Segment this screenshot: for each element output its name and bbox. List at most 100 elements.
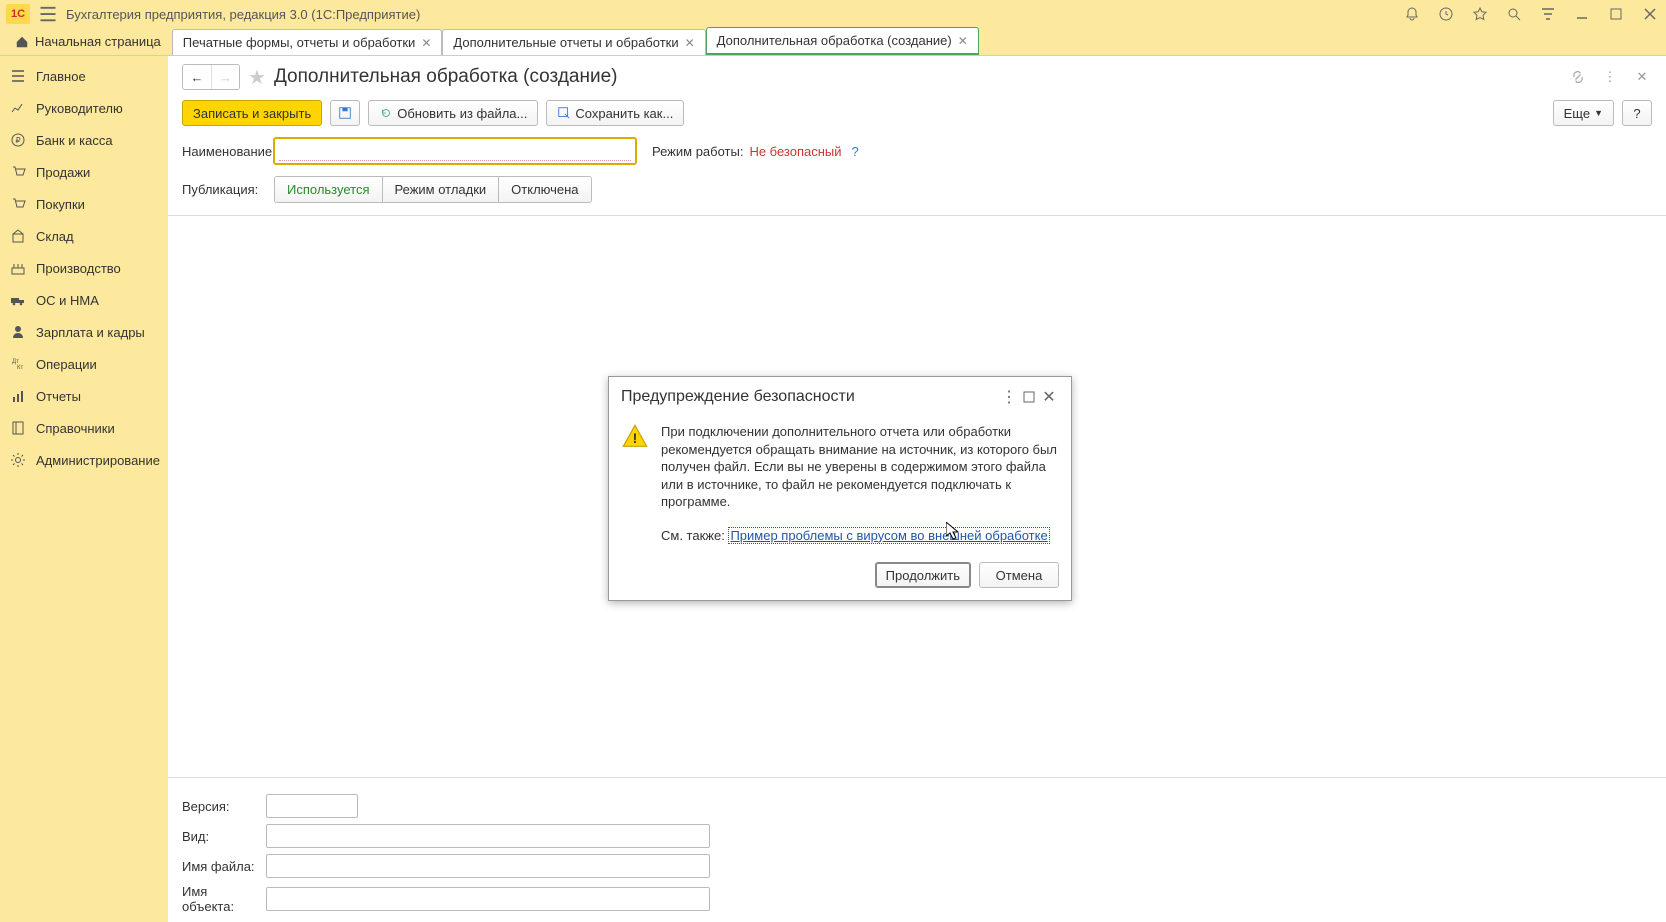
tab-close-icon[interactable]: ✕: [421, 36, 431, 50]
filter-icon[interactable]: [1538, 4, 1558, 24]
sidebar-item-label: Отчеты: [36, 389, 81, 404]
star-icon[interactable]: [1470, 4, 1490, 24]
cancel-button[interactable]: Отмена: [979, 562, 1059, 588]
bottom-form: Версия: Вид: Имя файла: Имя объекта:: [182, 778, 1652, 914]
save-as-button[interactable]: Сохранить как...: [546, 100, 684, 126]
bank-icon: ₽: [10, 132, 26, 148]
titlebar-controls: [1402, 4, 1660, 24]
more-button[interactable]: Еще ▼: [1553, 100, 1614, 126]
file-input[interactable]: [266, 854, 710, 878]
pub-option-disabled[interactable]: Отключена: [498, 177, 590, 202]
nav-back[interactable]: ←: [183, 65, 211, 89]
sidebar-item-label: Банк и касса: [36, 133, 113, 148]
sidebar-item-catalogs[interactable]: Справочники: [0, 412, 168, 444]
sidebar-item-bank[interactable]: ₽ Банк и касса: [0, 124, 168, 156]
bell-icon[interactable]: [1402, 4, 1422, 24]
home-icon: [15, 35, 29, 49]
app-title: Бухгалтерия предприятия, редакция 3.0 (1…: [66, 7, 420, 22]
tab-print-forms[interactable]: Печатные формы, отчеты и обработки ✕: [172, 29, 443, 55]
svg-text:Кт: Кт: [17, 365, 23, 371]
dialog-close-icon[interactable]: ✕: [1039, 387, 1059, 407]
pub-option-active[interactable]: Используется: [275, 177, 382, 202]
sidebar-item-reports[interactable]: Отчеты: [0, 380, 168, 412]
sidebar-item-label: Справочники: [36, 421, 115, 436]
tab-label: Дополнительная обработка (создание): [717, 33, 952, 48]
tab-close-icon[interactable]: ✕: [958, 34, 968, 48]
sidebar-item-sales[interactable]: Продажи: [0, 156, 168, 188]
mode-help-icon[interactable]: ?: [852, 144, 859, 159]
maximize-icon[interactable]: [1606, 4, 1626, 24]
sidebar-item-main[interactable]: Главное: [0, 60, 168, 92]
app-logo: 1C: [6, 4, 30, 24]
favorite-star-icon[interactable]: ★: [248, 65, 266, 90]
sidebar-item-label: Покупки: [36, 197, 85, 212]
sidebar-item-label: Главное: [36, 69, 86, 84]
search-icon[interactable]: [1504, 4, 1524, 24]
kind-input[interactable]: [266, 824, 710, 848]
more-icon[interactable]: ⋮: [1600, 67, 1620, 87]
page-header: ← → ★ Дополнительная обработка (создание…: [182, 64, 1652, 90]
kind-label: Вид:: [182, 829, 260, 844]
pub-option-debug[interactable]: Режим отладки: [382, 177, 499, 202]
sidebar-item-label: ОС и НМА: [36, 293, 99, 308]
dialog-title: Предупреждение безопасности: [621, 388, 999, 406]
save-close-button[interactable]: Записать и закрыть: [182, 100, 322, 126]
help-button[interactable]: ?: [1622, 100, 1652, 126]
warning-icon: !: [621, 423, 649, 544]
sidebar-item-label: Зарплата и кадры: [36, 325, 145, 340]
sidebar-item-label: Продажи: [36, 165, 90, 180]
dialog-header: Предупреждение безопасности ⋮ ✕: [609, 377, 1071, 417]
security-dialog: Предупреждение безопасности ⋮ ✕ ! При по…: [608, 376, 1072, 601]
dialog-link[interactable]: Пример проблемы с вирусом во внешней обр…: [728, 527, 1049, 544]
chart-icon: [10, 100, 26, 116]
sidebar-item-label: Склад: [36, 229, 74, 244]
tabs: Начальная страница Печатные формы, отчет…: [0, 28, 1666, 56]
close-page-icon[interactable]: ✕: [1632, 67, 1652, 87]
link-icon[interactable]: [1568, 67, 1588, 87]
save-button[interactable]: [330, 100, 360, 126]
tab-label: Начальная страница: [35, 34, 161, 49]
svg-text:!: !: [633, 430, 638, 446]
sidebar-item-purchases[interactable]: Покупки: [0, 188, 168, 220]
sidebar-item-manager[interactable]: Руководителю: [0, 92, 168, 124]
refresh-icon: [379, 106, 393, 120]
sidebar-item-warehouse[interactable]: Склад: [0, 220, 168, 252]
book-icon: [10, 420, 26, 436]
name-input[interactable]: [279, 141, 631, 161]
sidebar-item-label: Операции: [36, 357, 97, 372]
gear-icon: [10, 452, 26, 468]
sidebar-item-hr[interactable]: Зарплата и кадры: [0, 316, 168, 348]
history-icon[interactable]: [1436, 4, 1456, 24]
version-input[interactable]: [266, 794, 358, 818]
dialog-buttons: Продолжить Отмена: [609, 554, 1071, 600]
tab-additional-processing[interactable]: Дополнительная обработка (создание) ✕: [706, 27, 979, 55]
dialog-more-icon[interactable]: ⋮: [999, 387, 1019, 407]
disk-icon: [338, 106, 352, 120]
sidebar-item-production[interactable]: Производство: [0, 252, 168, 284]
obj-input[interactable]: [266, 887, 710, 911]
minimize-icon[interactable]: [1572, 4, 1592, 24]
tab-close-icon[interactable]: ✕: [685, 36, 695, 50]
menu-icon[interactable]: [38, 4, 58, 24]
version-label: Версия:: [182, 799, 260, 814]
nav-forward[interactable]: →: [211, 65, 239, 89]
tab-home[interactable]: Начальная страница: [0, 28, 172, 55]
page-title: Дополнительная обработка (создание): [274, 66, 618, 88]
tab-label: Дополнительные отчеты и обработки: [453, 35, 678, 50]
sidebar-item-label: Руководителю: [36, 101, 123, 116]
dialog-text-block: При подключении дополнительного отчета и…: [661, 423, 1059, 544]
titlebar: 1C Бухгалтерия предприятия, редакция 3.0…: [0, 0, 1666, 28]
update-from-file-button[interactable]: Обновить из файла...: [368, 100, 538, 126]
sidebar-item-operations[interactable]: ДтКтОперации: [0, 348, 168, 380]
sidebar-item-assets[interactable]: ОС и НМА: [0, 284, 168, 316]
menu-icon: [10, 68, 26, 84]
report-icon: [10, 388, 26, 404]
continue-button[interactable]: Продолжить: [875, 562, 971, 588]
sidebar-item-admin[interactable]: Администрирование: [0, 444, 168, 476]
tab-additional-reports[interactable]: Дополнительные отчеты и обработки ✕: [442, 29, 705, 55]
mode-label: Режим работы:: [652, 144, 743, 159]
close-icon[interactable]: [1640, 4, 1660, 24]
see-also-label: См. также:: [661, 528, 725, 543]
dialog-message: При подключении дополнительного отчета и…: [661, 423, 1059, 511]
dialog-maximize-icon[interactable]: [1019, 387, 1039, 407]
